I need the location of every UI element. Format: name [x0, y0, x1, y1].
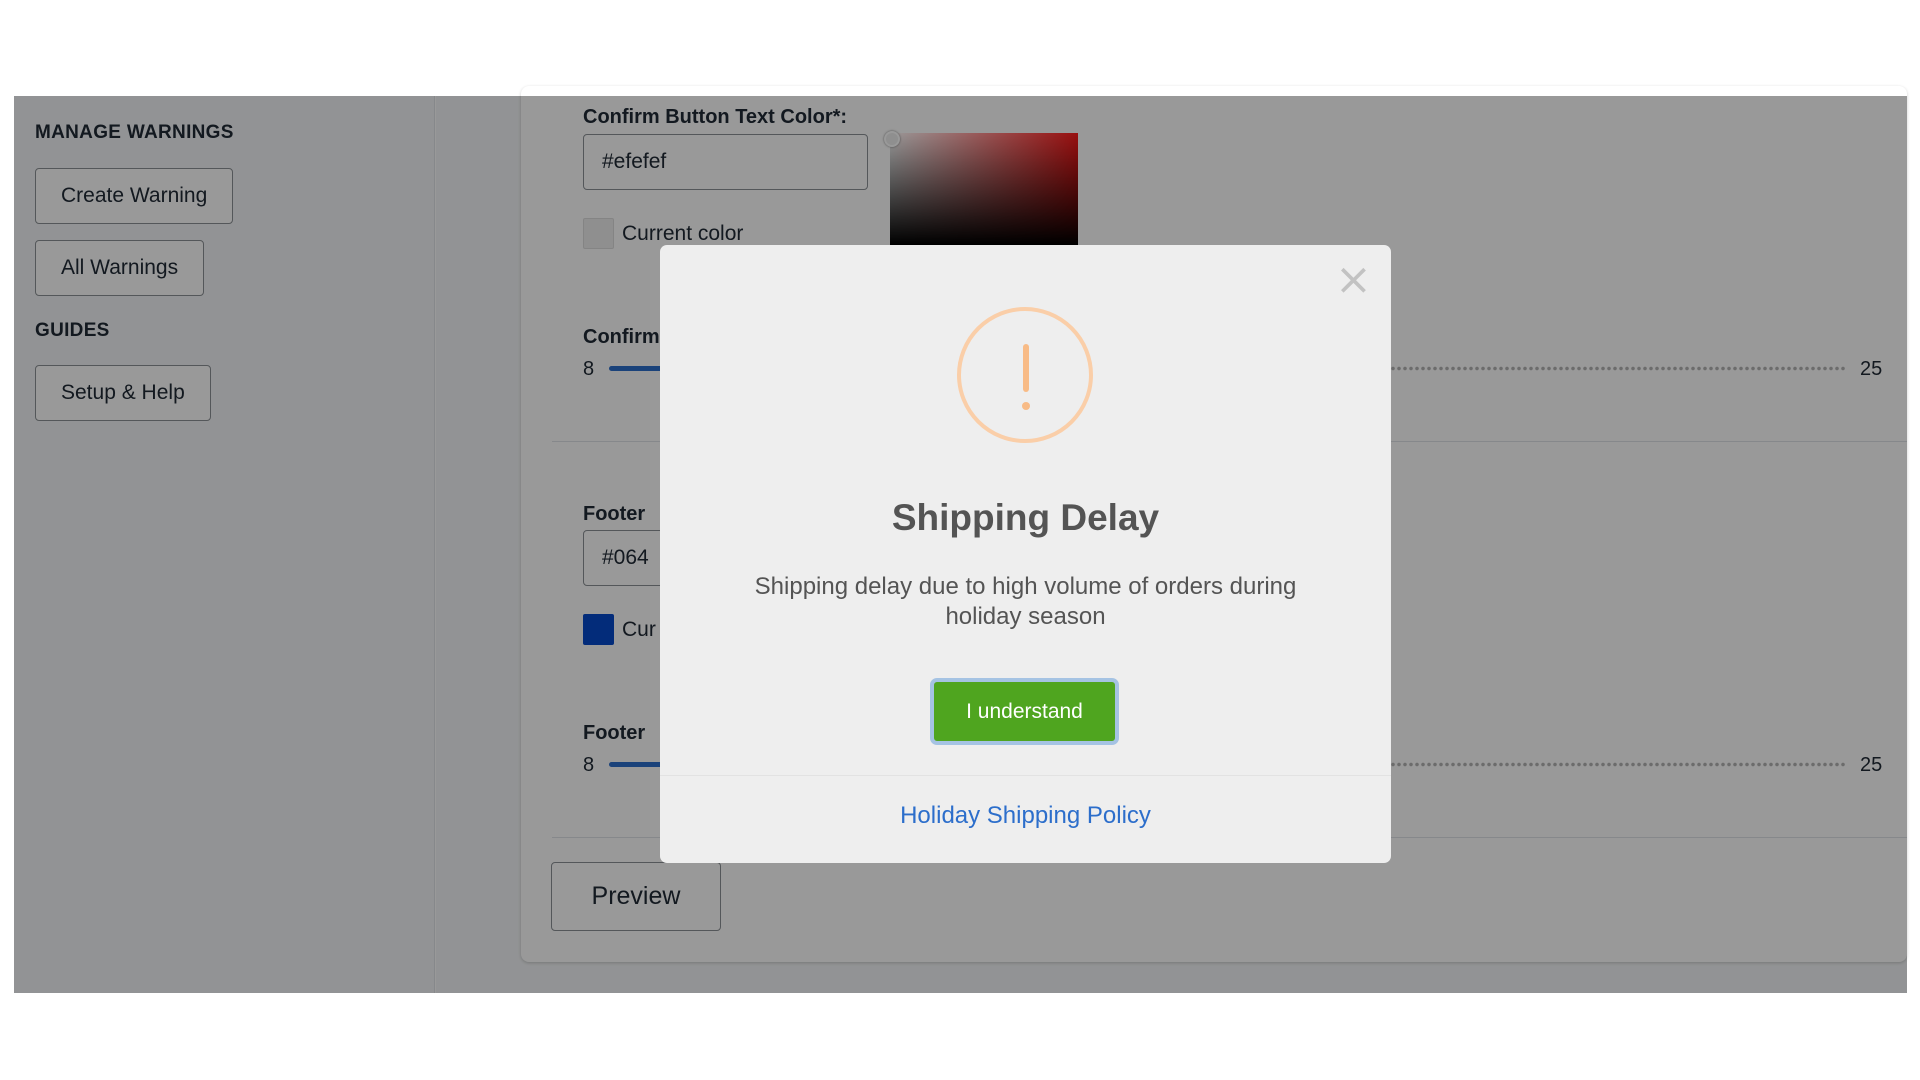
warning-icon-dot: [1022, 402, 1030, 410]
close-icon[interactable]: ×: [1335, 258, 1372, 302]
modal-title: Shipping Delay: [891, 497, 1160, 538]
modal-message: Shipping delay due to high volume of ord…: [754, 573, 1297, 630]
warning-modal: × Shipping Delay Shipping delay due to h…: [660, 245, 1391, 863]
i-understand-button[interactable]: I understand: [930, 678, 1119, 745]
warning-icon-bar: [1023, 344, 1029, 392]
holiday-shipping-policy-link[interactable]: Holiday Shipping Policy: [660, 802, 1391, 830]
warning-icon: [957, 307, 1093, 443]
modal-footer-divider: [660, 775, 1391, 776]
